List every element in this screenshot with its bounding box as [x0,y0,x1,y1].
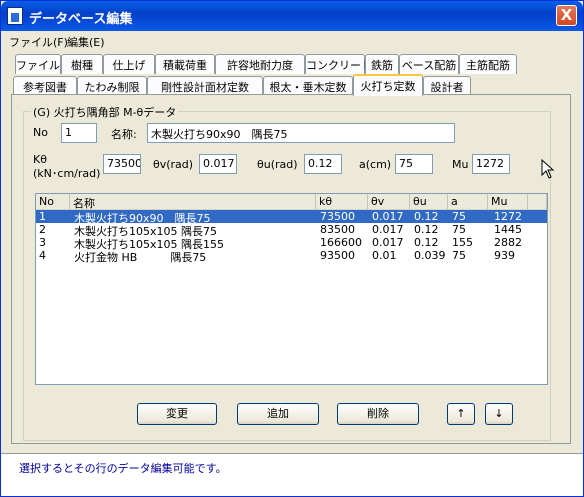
tab-bearing-capacity[interactable]: 許容地耐力度 [215,54,305,74]
cell-thu: 0.039 [414,249,446,262]
cell-thv: 0.017 [372,223,404,236]
theta-u-input[interactable]: 0.12 [304,154,342,174]
tab-rigidity-panel-constants[interactable]: 剛性設計面材定数 [147,76,263,96]
col-name[interactable]: 名称 [70,194,316,210]
list-header: No 名称 kθ θv θu a Mu [36,194,547,210]
theta-u-label: θu(rad) [257,158,298,171]
col-k-theta[interactable]: kθ [316,194,368,210]
cell-no: 3 [39,236,46,249]
cell-no: 4 [39,249,46,262]
tab-deflection-limit[interactable]: たわみ制限 [77,76,147,96]
col-mu[interactable]: Mu [488,194,528,210]
tab-references[interactable]: 参考図書 [13,76,77,96]
tab-finish[interactable]: 仕上げ [103,54,155,74]
tab-concrete[interactable]: コンクリート [305,54,372,74]
cell-thu: 0.12 [414,223,439,236]
col-theta-v[interactable]: θv [368,194,410,210]
cell-a: 75 [452,210,466,223]
table-row[interactable]: 3 木製火打ち105x105 隅長155 166600 0.017 0.12 1… [36,236,547,251]
cell-name: 火打金物 HB 隅長75 [74,251,207,264]
move-up-button[interactable]: ↑ [447,403,475,425]
k-theta-input[interactable]: 73500 [103,154,141,174]
cell-mu: 939 [494,249,515,262]
table-row[interactable]: 1 木製火打ち90x90 隅長75 73500 0.017 0.12 75 12… [36,210,547,225]
tab-brace-constants[interactable]: 火打ち定数 [353,74,423,96]
status-text: 選択するとその行のデータ編集可能です。 [19,462,227,475]
move-down-button[interactable]: ↓ [485,403,513,425]
tab-live-load[interactable]: 積載荷重 [155,54,215,74]
app-icon [7,7,23,25]
no-input[interactable]: 1 [61,123,97,143]
table-row[interactable]: 4 火打金物 HB 隅長75 93500 0.01 0.039 75 939 [36,249,547,264]
status-bar: 選択するとその行のデータ編集可能です。 [1,453,583,496]
cell-mu: 2882 [494,236,522,249]
tab-row-2: 参考図書 たわみ制限 剛性設計面材定数 根太・垂木定数 火打ち定数 設計者 [13,74,573,96]
brace-data-list[interactable]: No 名称 kθ θv θu a Mu 1 木製火打ち90x90 隅長75 73… [35,193,548,385]
cell-thv: 0.017 [372,210,404,223]
database-edit-window: データベース編集 X ファイル(F) 編集(E) ファイル 樹種 仕上げ 積載荷… [0,0,584,497]
menu-file[interactable]: ファイル(F) [9,34,68,50]
mu-label: Mu [452,158,469,171]
cell-thu: 0.12 [414,236,439,249]
change-button[interactable]: 変更 [137,403,217,425]
cell-no: 2 [39,223,46,236]
table-row[interactable]: 2 木製火打ち105x105 隅長75 83500 0.017 0.12 75 … [36,223,547,238]
col-a[interactable]: a [448,194,488,210]
col-filler [528,194,547,210]
mouse-cursor-icon [541,159,555,179]
tab-designer[interactable]: 設計者 [423,76,471,96]
a-label: a(cm) [359,158,392,171]
mu-input[interactable]: 1272 [472,154,510,174]
cell-mu: 1272 [494,210,522,223]
cell-k: 83500 [320,223,355,236]
name-label: 名称: [111,128,137,141]
cell-k: 73500 [320,210,355,223]
cell-a: 155 [452,236,473,249]
theta-v-label: θv(rad) [153,158,194,171]
tab-base-reinforcement[interactable]: ベース配筋 [399,54,459,74]
cell-thv: 0.01 [372,249,397,262]
tab-main-reinforcement[interactable]: 主筋配筋 [459,54,517,74]
col-no[interactable]: No [36,194,70,210]
col-theta-u[interactable]: θu [410,194,448,210]
title-bar: データベース編集 X [1,1,583,31]
window-title: データベース編集 [29,12,133,27]
tab-rebar[interactable]: 鉄筋 [365,54,399,74]
theta-v-input[interactable]: 0.017 [199,154,237,174]
a-input[interactable]: 75 [395,154,433,174]
cell-thu: 0.12 [414,210,439,223]
delete-button[interactable]: 削除 [337,403,419,425]
menu-bar: ファイル(F) 編集(E) [1,31,583,51]
k-theta-unit-label: (kN･cm/rad) [33,167,101,180]
tab-file[interactable]: ファイル [15,54,61,74]
tab-row-1: ファイル 樹種 仕上げ 積載荷重 許容地耐力度 コンクリート 鉄筋 ベース配筋 … [15,54,535,74]
cell-k: 166600 [320,236,362,249]
menu-edit[interactable]: 編集(E) [67,34,105,50]
cell-no: 1 [39,210,46,223]
no-label: No [33,126,48,139]
add-button[interactable]: 追加 [237,403,319,425]
cell-a: 75 [452,249,466,262]
cell-a: 75 [452,223,466,236]
name-input[interactable]: 木製火打ち90x90 隅長75 [147,123,455,143]
group-title: (G) 火打ち隅角部 M-θデータ [31,104,179,120]
cell-thv: 0.017 [372,236,404,249]
close-button[interactable]: X [556,5,577,26]
tab-joist-rafter-constants[interactable]: 根太・垂木定数 [263,76,353,96]
tab-species[interactable]: 樹種 [61,54,103,74]
cell-mu: 1445 [494,223,522,236]
cell-k: 93500 [320,249,355,262]
